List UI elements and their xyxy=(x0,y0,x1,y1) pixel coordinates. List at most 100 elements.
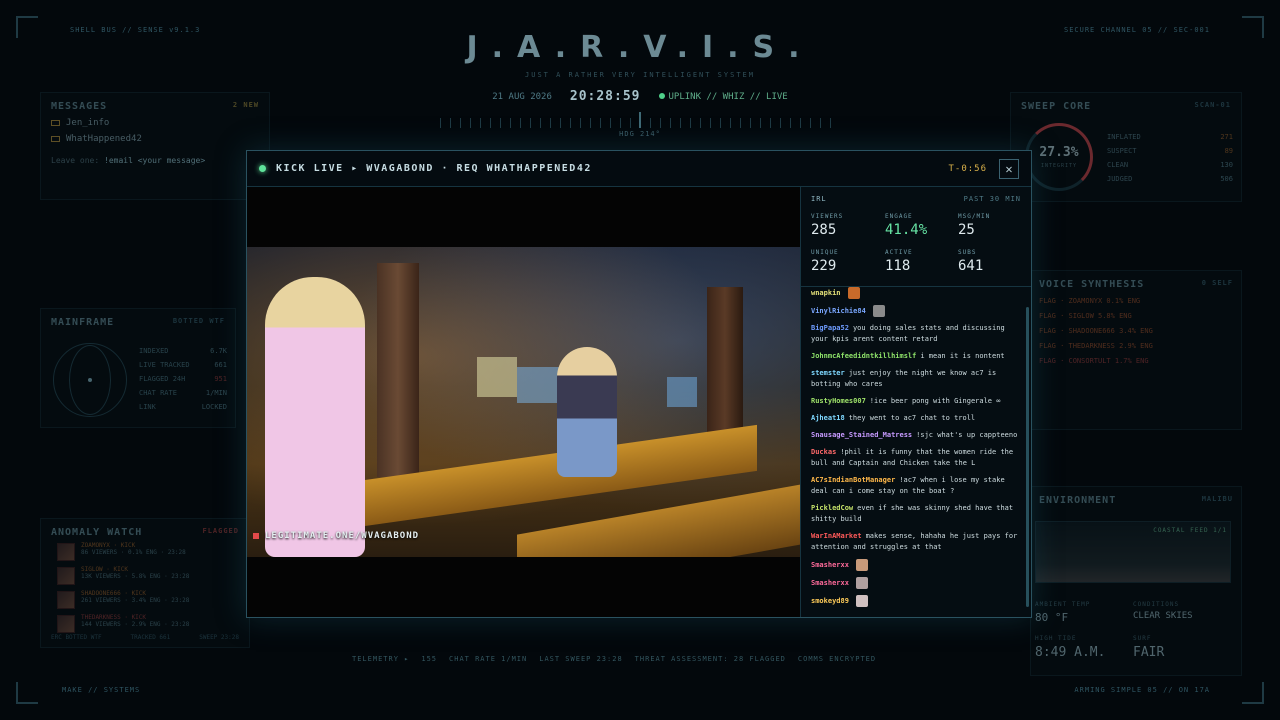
chat-message: Ajheat18 they went to ac7 chat to troll xyxy=(811,413,1019,424)
footer-item: TRACKED 661 xyxy=(130,634,171,641)
chat-username[interactable]: AC7sIndianBotManager xyxy=(811,476,895,484)
integrity-percent: 27.3% xyxy=(1039,145,1079,160)
voice-tag: 0 SELF xyxy=(1201,279,1233,287)
chat-message: smokeyd89 xyxy=(811,595,1019,607)
chat-pane: IRL PAST 30 MIN VIEWERS 285 ENGAGE 41.4% MS… xyxy=(800,187,1031,617)
chat-message: AC7sIndianBotManager !ac7 when i lose my … xyxy=(811,475,1019,497)
stat-value: 41.4% xyxy=(885,222,928,238)
row-value: 506 xyxy=(1220,175,1233,183)
anomaly-row[interactable]: ZOAMONYX · KICK 86 VIEWERS · 0.1% ENG · 2… xyxy=(51,542,239,562)
close-button[interactable]: ✕ xyxy=(999,158,1019,179)
anomaly-stat: 144 VIEWERS · 2.9% ENG · 23:28 xyxy=(81,621,190,628)
chat-username[interactable]: stemster xyxy=(811,369,845,377)
anomaly-title: ANOMALY WATCH FLAGGED xyxy=(51,527,239,538)
stats-period: PAST 30 MIN xyxy=(963,195,1021,203)
uplink-dot-icon xyxy=(658,93,665,99)
telemetry-item: 155 xyxy=(421,655,438,663)
sweep-row: JUDGED 506 xyxy=(1107,175,1233,183)
chat-username[interactable]: BigPapa52 xyxy=(811,324,849,332)
anomaly-row[interactable]: SIGLOW · KICK 13K VIEWERS · 5.8% ENG · 23… xyxy=(51,566,239,586)
header-clock: 20:28:59 xyxy=(569,89,641,104)
sweep-title: SWEEP CORE SCAN-01 xyxy=(1021,101,1231,112)
anomaly-row[interactable]: THEDARKNESS · KICK 144 VIEWERS · 2.9% ENG… xyxy=(51,614,239,634)
mainframe-title-text: MAINFRAME xyxy=(51,317,115,328)
row-label: JUDGED xyxy=(1107,175,1133,183)
video-player[interactable]: LEGITIMATE.ONE/WVAGABOND xyxy=(247,187,800,617)
scene-screen xyxy=(477,357,517,397)
chat-scrollbar[interactable] xyxy=(1026,307,1029,607)
chat-username[interactable]: Smasherxx xyxy=(811,579,849,587)
voice-flag-row: FLAG · SHADOONE666 3.4% ENG xyxy=(1039,327,1153,335)
voice-title: VOICE SYNTHESIS 0 SELF xyxy=(1039,279,1233,290)
telemetry-item: THREAT ASSESSMENT: 28 FLAGGED xyxy=(634,655,786,663)
stream-window-titlebar[interactable]: KICK LIVE ▸ WVAGABOND · REQ WHATHAPPENED… xyxy=(247,151,1031,187)
chat-username[interactable]: JohnmcAfeedidntkillhimslf xyxy=(811,352,916,360)
stat-label: MSG/MIN xyxy=(958,213,991,220)
app-title: J.A.R.V.I.S. xyxy=(466,30,814,65)
sweep-row: SUSPECT 89 xyxy=(1107,147,1233,155)
chat-username[interactable]: Smasherxx xyxy=(811,561,849,569)
chat-message: BigPapa52 you doing sales stats and discu… xyxy=(811,323,1019,345)
chat-text: !ice beer pong with Gingerale ∞ xyxy=(869,397,1001,405)
message-item[interactable]: Jen_info xyxy=(51,118,259,128)
mainframe-stats: INDEXED 6.7K LIVE TRACKED 661 FLAGGED 24H 9… xyxy=(139,347,227,417)
chat-message: Snausage_Stained_Matress !sjc what's up c… xyxy=(811,430,1019,441)
stream-thumbnail xyxy=(57,615,75,633)
message-sender: WhatHappened42 xyxy=(66,134,142,144)
surf-label: SURF xyxy=(1133,635,1152,642)
anomaly-row[interactable]: SHADOONE666 · KICK 261 VIEWERS · 3.4% ENG… xyxy=(51,590,239,610)
stream-watermark: LEGITIMATE.ONE/WVAGABOND xyxy=(253,531,419,541)
messages-badge: 2 NEW xyxy=(232,101,259,109)
scene-pillar xyxy=(377,263,419,477)
chat-username[interactable]: RustyHomes007 xyxy=(811,397,866,405)
chat-message: wnapkin xyxy=(811,287,1019,299)
bottom-right-status: ARMING SIMPLE 05 // ON 17A xyxy=(1074,686,1210,694)
chat-username[interactable]: Ajheat18 xyxy=(811,414,845,422)
chat-text: !sjc what's up cappteeno xyxy=(916,431,1018,439)
scene-screen xyxy=(667,377,697,407)
message-item[interactable]: WhatHappened42 xyxy=(51,134,259,144)
mainframe-row: INDEXED 6.7K xyxy=(139,347,227,355)
stat-label: ENGAGE xyxy=(885,213,913,220)
messages-title: MESSAGES 2 NEW xyxy=(51,101,259,112)
chat-message-list[interactable]: wnapkin VinylRichie84 BigPapa52 you doing s… xyxy=(801,287,1027,615)
stat-engage: ENGAGE 41.4% xyxy=(885,213,957,238)
chat-username[interactable]: wnapkin xyxy=(811,289,841,297)
row-value: 89 xyxy=(1224,147,1233,155)
mail-icon xyxy=(51,135,60,142)
messages-title-text: MESSAGES xyxy=(51,101,108,112)
stat-value: 118 xyxy=(885,258,911,274)
hud-corner xyxy=(16,682,38,704)
mainframe-row: CHAT RATE 1/MIN xyxy=(139,389,227,397)
stat-label: SUBS xyxy=(958,249,977,256)
chat-username[interactable]: VinylRichie84 xyxy=(811,307,866,315)
telemetry-item: TELEMETRY ▸ xyxy=(352,655,410,663)
stat-value: 25 xyxy=(958,222,975,238)
anomaly-name: THEDARKNESS · KICK xyxy=(81,614,147,621)
ambient-value: 80 °F xyxy=(1035,611,1069,624)
mainframe-panel: MAINFRAME BOTTED WTF INDEXED 6.7K LIVE TRA… xyxy=(40,308,236,428)
row-value: 271 xyxy=(1220,133,1233,141)
chat-username[interactable]: WarInAMarket xyxy=(811,532,862,540)
anomaly-watch-panel: ANOMALY WATCH FLAGGED ZOAMONYX · KICK 86 V… xyxy=(40,518,250,648)
stream-thumbnail xyxy=(57,591,75,609)
sweep-core-panel: SWEEP CORE SCAN-01 27.3% INTEGRITY INFLAT… xyxy=(1010,92,1242,202)
surf-value: FAIR xyxy=(1133,645,1165,660)
chat-username[interactable]: PickledCow xyxy=(811,504,853,512)
telemetry-item: COMMS ENCRYPTED xyxy=(797,655,877,663)
footer-item: SWEEP 23:28 xyxy=(199,634,239,641)
uplink-status: UPLINK // WHIZ // LIVE xyxy=(658,91,788,102)
chat-username[interactable]: Duckas xyxy=(811,448,836,456)
row-label: INFLATED xyxy=(1107,133,1141,141)
chat-username[interactable]: smokeyd89 xyxy=(811,597,849,605)
sweep-stats: INFLATED 271 SUSPECT 89 CLEAN 130 JUDGED 506 xyxy=(1107,133,1233,189)
chat-username[interactable]: Snausage_Stained_Matress xyxy=(811,431,912,439)
stat-active: ACTIVE 118 xyxy=(885,249,957,274)
stream-countdown: T-0:56 xyxy=(948,163,987,174)
anomaly-title-text: ANOMALY WATCH xyxy=(51,527,143,538)
uplink-status-text: UPLINK // WHIZ // LIVE xyxy=(668,91,788,102)
row-value: 130 xyxy=(1220,161,1233,169)
conditions-label: CONDITIONS xyxy=(1133,601,1180,608)
stats-header: IRL PAST 30 MIN xyxy=(811,195,1021,203)
row-value: 6.7K xyxy=(210,347,227,355)
